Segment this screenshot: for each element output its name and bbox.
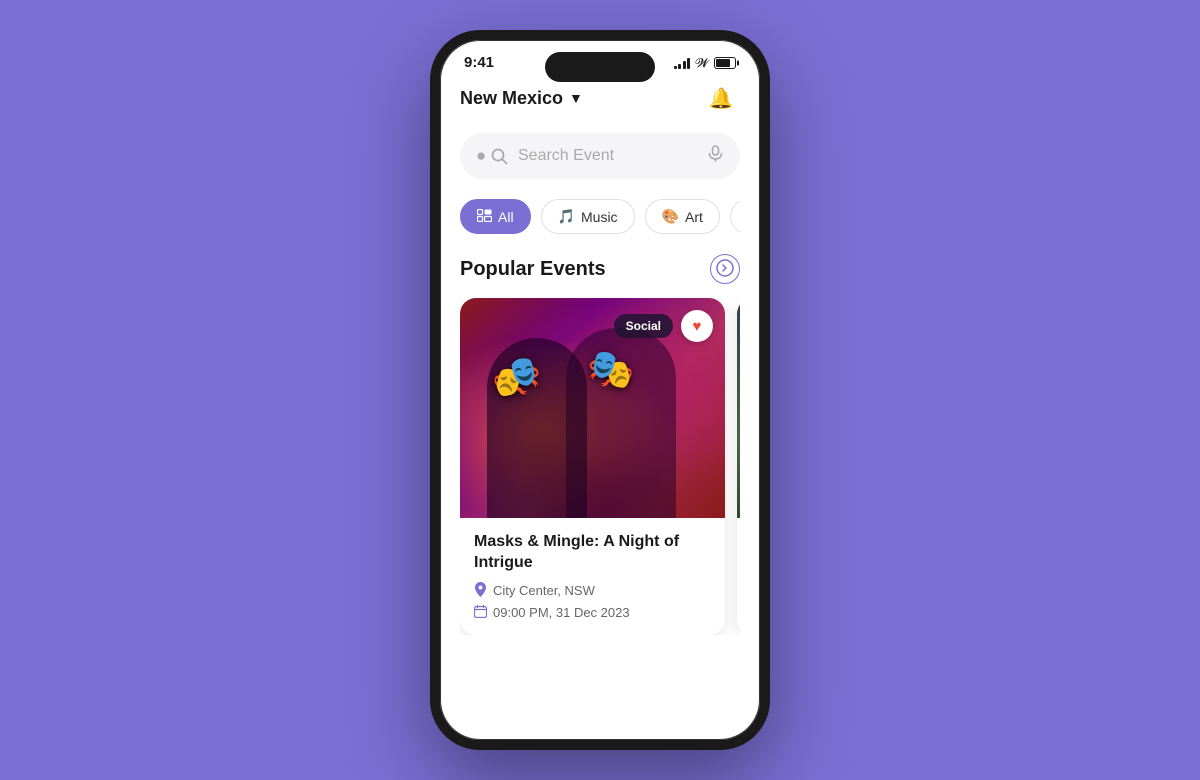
event-date-text: 09:00 PM, 31 Dec 2023 xyxy=(493,605,630,620)
section-title: Popular Events xyxy=(460,258,606,281)
search-bar[interactable]: ● Search Event xyxy=(460,133,740,179)
battery-fill xyxy=(716,59,730,67)
notification-button[interactable]: 🔔 xyxy=(702,79,740,117)
search-icon: ● xyxy=(476,146,508,166)
chevron-down-icon: ▼ xyxy=(569,90,583,106)
app-header: New Mexico ▼ 🔔 xyxy=(460,79,740,117)
event-location-row: City Center, NSW xyxy=(474,582,711,600)
signal-icon xyxy=(674,57,691,69)
chip-drama[interactable]: 🎭 Drama xyxy=(730,199,740,234)
phone-frame: 9:41 𝓦 New Mexico ▼ 🔔 xyxy=(430,30,770,750)
chip-music[interactable]: 🎵 Music xyxy=(541,199,635,234)
dynamic-island xyxy=(545,52,655,82)
wifi-icon: 𝓦 xyxy=(695,55,709,71)
category-chips: All 🎵 Music 🎨 Art 🎭 Drama xyxy=(460,199,740,234)
chip-all[interactable]: All xyxy=(460,199,531,234)
event-image-1: 🎭 🎭 Social ♥ xyxy=(460,298,725,518)
bell-icon: 🔔 xyxy=(709,86,734,111)
partial-event-info: Mask xyxy=(737,518,740,561)
event-image-2-partial xyxy=(737,298,740,518)
location-name: New Mexico xyxy=(460,88,563,109)
event-badges: Social ♥ xyxy=(614,310,713,342)
mask-right: 🎭 xyxy=(587,348,634,392)
see-all-button[interactable] xyxy=(710,254,740,284)
heart-icon: ♥ xyxy=(693,318,702,335)
mic-icon xyxy=(707,145,724,167)
arrow-right-circle-icon xyxy=(716,259,734,280)
location-selector[interactable]: New Mexico ▼ xyxy=(460,88,583,109)
event-location-text: City Center, NSW xyxy=(493,583,595,598)
all-icon xyxy=(477,209,492,225)
chip-art[interactable]: 🎨 Art xyxy=(645,199,720,234)
status-time: 9:41 xyxy=(464,54,494,71)
art-icon: 🎨 xyxy=(662,208,679,225)
chip-all-label: All xyxy=(498,209,514,225)
chip-art-label: Art xyxy=(685,209,703,225)
status-icons: 𝓦 xyxy=(674,55,736,71)
event-card-2-partial[interactable]: Mask xyxy=(737,298,740,635)
social-badge: Social xyxy=(614,314,673,338)
search-placeholder: Search Event xyxy=(518,147,697,165)
event-date-row: 09:00 PM, 31 Dec 2023 xyxy=(474,605,711,621)
event-info-1: Masks & Mingle: A Night of Intrigue City… xyxy=(460,518,725,635)
calendar-icon xyxy=(474,605,487,621)
music-icon: 🎵 xyxy=(558,208,575,225)
favorite-button-1[interactable]: ♥ xyxy=(681,310,713,342)
app-content: New Mexico ▼ 🔔 ● Search Event xyxy=(440,79,760,719)
events-row: 🎭 🎭 Social ♥ Masks & Mingle: A Night of … xyxy=(460,298,740,635)
chip-music-label: Music xyxy=(581,209,618,225)
location-pin-icon xyxy=(474,582,487,600)
battery-icon xyxy=(714,57,736,69)
event-card-1[interactable]: 🎭 🎭 Social ♥ Masks & Mingle: A Night of … xyxy=(460,298,725,635)
popular-events-header: Popular Events xyxy=(460,254,740,284)
mask-left: 🎭 xyxy=(492,353,542,400)
event-title-1: Masks & Mingle: A Night of Intrigue xyxy=(474,532,711,574)
